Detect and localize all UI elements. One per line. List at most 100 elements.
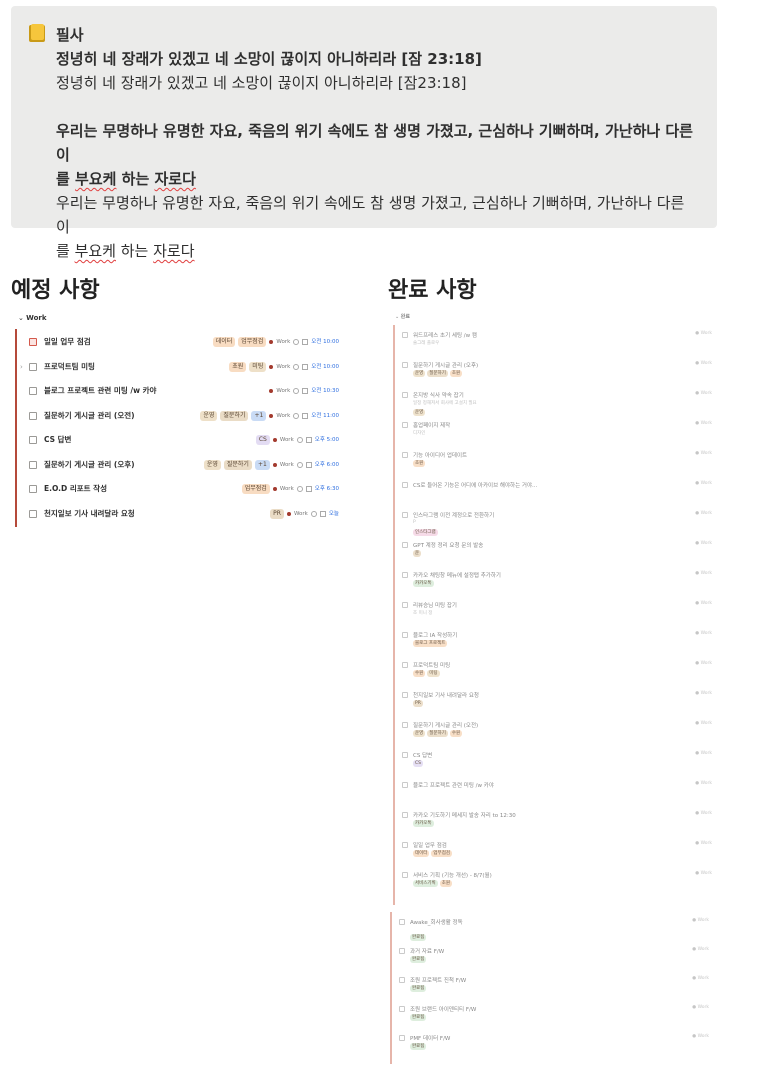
tag: 질문하기 (220, 410, 249, 421)
item-title: 프로덕트팀 미팅 (413, 663, 451, 669)
list-item[interactable]: 천지일보 기사 내려달라 요청 PR Work 오늘 (29, 507, 339, 521)
list-item[interactable]: 조원 브랜드 아이덴티티 F/W ● Work 완료됨 (399, 1005, 709, 1031)
checkbox-icon[interactable] (399, 1035, 405, 1041)
list-item[interactable]: 일일 업무 점검 데이터 업무점검 Work 오전 10:00 (29, 335, 339, 349)
item-tags: CS (413, 760, 423, 767)
list-item[interactable]: GPT 계정 정리 요청 문의 발송 ● Work 운 (402, 541, 712, 569)
checkbox-icon[interactable] (29, 362, 37, 371)
checkbox-icon[interactable] (29, 411, 37, 420)
checkbox-icon[interactable] (29, 460, 37, 469)
list-item[interactable]: 기능 아이디어 업데이트 ● Work 초원 (402, 451, 712, 479)
list-item[interactable]: 질문하기 게시글 관리 (오전) ● Work 운영 질문하기 수원 (402, 721, 712, 749)
checkbox-icon[interactable] (402, 722, 408, 728)
checkbox-icon[interactable] (402, 482, 408, 488)
tag: PR (270, 508, 284, 519)
document-icon[interactable] (29, 338, 37, 346)
list-item[interactable]: 질문하기 게시글 관리 (오후) ● Work 운영 질문하기 초원 (402, 361, 712, 389)
list-item[interactable]: 리뷰승님 미팅 잡기 조 미니 정 ● Work (402, 601, 712, 629)
list-item[interactable]: › 프로덕트팀 미팅 초원 미팅 Work 오전 10:00 (20, 360, 339, 374)
list-item[interactable]: 블로그 프로젝트 관련 미팅 /w 카야 ● Work (402, 781, 712, 809)
list-item[interactable]: 카카오 채팅창 메뉴에 설정탭 추가하기 ● Work 카카오톡 (402, 571, 712, 599)
item-subtitle: 일정 정해져서 회사에 고설치 필요 (413, 401, 477, 406)
chevron-right-icon[interactable]: › (20, 360, 23, 374)
checkbox-icon[interactable] (402, 872, 408, 878)
list-item[interactable]: CS 답변 CS Work 오후 5:00 (29, 433, 339, 447)
checkbox-icon[interactable] (399, 977, 405, 983)
checkbox-icon[interactable] (402, 362, 408, 368)
list-item[interactable]: 온지방 식사 약속 잡기 일정 정해져서 회사에 고설치 필요 ● Work 운영 (402, 391, 712, 419)
verse1-bold: 정녕히 네 장래가 있겠고 네 소망이 끊이지 아니하리라 [잠 23:18] (56, 50, 482, 68)
item-meta: ● Work (695, 331, 712, 336)
square-icon (305, 437, 312, 443)
checkbox-icon[interactable] (29, 485, 37, 493)
callout-title: 필사 (56, 26, 84, 44)
checkbox-icon[interactable] (402, 542, 408, 548)
checkbox-icon[interactable] (29, 436, 37, 444)
checkbox-icon[interactable] (402, 572, 408, 578)
item-subtitle: P (413, 520, 416, 525)
list-item[interactable]: 인스타그램 이전 계정으로 전환하기 P ● Work 인스타그램 (402, 511, 712, 539)
checkbox-icon[interactable] (402, 392, 408, 398)
verse2-bold-line1: 우리는 무명하나 유명한 자요, 죽음의 위기 속에도 참 생명 가졌고, 근심… (56, 122, 693, 164)
tag: 초원 (229, 361, 247, 372)
checkbox-icon[interactable] (402, 662, 408, 668)
checkbox-icon[interactable] (402, 842, 408, 848)
list-item[interactable]: 카카오 기도하기 메세지 발송 자리 to 12:30 ● Work 카카오톡 (402, 811, 712, 839)
group-toggle-done[interactable]: ⌄ 완료 (395, 313, 410, 320)
item-title: 질문하기 게시글 관리 (오전) (44, 410, 135, 420)
tag: 완료됨 (410, 956, 427, 963)
list-item[interactable]: 과거 자료 F/W ● Work 완료됨 (399, 947, 709, 973)
item-title: PMF 데이터 F/W (410, 1036, 451, 1042)
checkbox-icon[interactable] (29, 387, 37, 395)
list-item[interactable]: E.O.D 리포트 작성 업무점검 Work 오후 6:30 (29, 482, 339, 496)
list-item[interactable]: 프로덕트팀 미팅 ● Work 수원 미팅 (402, 661, 712, 689)
item-meta: ● Work (695, 391, 712, 396)
checkbox-icon[interactable] (29, 509, 37, 518)
list-item[interactable]: Awake_회사생활 정독 ● Work 완료됨 (399, 918, 709, 944)
square-icon (302, 339, 309, 345)
tag: 업무점검 (431, 850, 452, 857)
checkbox-icon[interactable] (399, 948, 405, 954)
checkbox-icon[interactable] (402, 602, 408, 608)
tag: 업무점검 (241, 484, 270, 494)
checkbox-icon[interactable] (399, 1006, 405, 1012)
circle-icon (293, 388, 300, 394)
list-item[interactable]: CS 답변 ● Work CS (402, 751, 712, 779)
checkbox-icon[interactable] (402, 332, 408, 338)
checkbox-icon[interactable] (402, 632, 408, 638)
time-label: 오후 6:00 (314, 461, 339, 468)
item-tags: PR (413, 700, 423, 707)
callout-text[interactable]: 필사 정녕히 네 장래가 있겠고 네 소망이 끊이지 아니하리라 [잠 23:1… (56, 23, 701, 263)
list-item[interactable]: 천지일보 기사 내려달라 요청 ● Work PR (402, 691, 712, 719)
list-item[interactable]: 블로그 IA 작성하기 ● Work 블로그 프로젝트 (402, 631, 712, 659)
checkbox-icon[interactable] (402, 452, 408, 458)
list-item[interactable]: 일일 업무 점검 ● Work 데이터 업무점검 (402, 841, 712, 869)
checkbox-icon[interactable] (399, 919, 405, 925)
checkbox-icon[interactable] (402, 512, 408, 518)
tag: 초원 (449, 370, 463, 377)
item-meta: 데이터 업무점검 Work 오전 10:00 (212, 335, 339, 349)
list-item[interactable]: 질문하기 게시글 관리 (오후) 운영 질문하기 +1 Work 오후 6:00 (29, 458, 339, 472)
checkbox-icon[interactable] (402, 752, 408, 758)
list-item[interactable]: 조원 프로젝트 진척 F/W ● Work 완료됨 (399, 976, 709, 1002)
tag: 블로그 프로젝트 (413, 640, 448, 647)
item-tags: 초원 (413, 460, 426, 467)
list-item[interactable]: CS로 들어온 기능은 어디에 아카이브 해야하는 거야... ● Work (402, 481, 712, 509)
item-title: CS 답변 (413, 753, 433, 759)
checkbox-icon[interactable] (402, 812, 408, 818)
circle-icon (293, 363, 300, 370)
checkbox-icon[interactable] (402, 782, 408, 788)
list-item[interactable]: 블로그 프로젝트 관련 미팅 /w 카야 Work 오전 10:30 (29, 384, 339, 398)
list-item[interactable]: 서비스 기획 (기능 개선) - 8/7(월) ● Work 서비스기획 초원 (402, 871, 712, 899)
checkbox-icon[interactable] (402, 422, 408, 428)
list-item[interactable]: 워드프레스 초기 세팅 /w 캠 술그레 플로우 ● Work (402, 331, 712, 359)
list-item[interactable]: PMF 데이터 F/W ● Work 완료됨 (399, 1034, 709, 1060)
status-dot-icon (269, 340, 274, 344)
item-meta: ● Work (695, 841, 712, 846)
checkbox-icon[interactable] (402, 692, 408, 698)
group-toggle-work[interactable]: ⌄ Work (18, 314, 47, 322)
item-title: 천지일보 기사 내려달라 요청 (44, 508, 135, 518)
list-item[interactable]: 홈업페이지 제작 디자인 ● Work (402, 421, 712, 449)
item-subtitle: 디자인 (413, 431, 426, 436)
list-item[interactable]: 질문하기 게시글 관리 (오전) 운영 질문하기 +1 Work 오전 11:00 (29, 409, 339, 423)
